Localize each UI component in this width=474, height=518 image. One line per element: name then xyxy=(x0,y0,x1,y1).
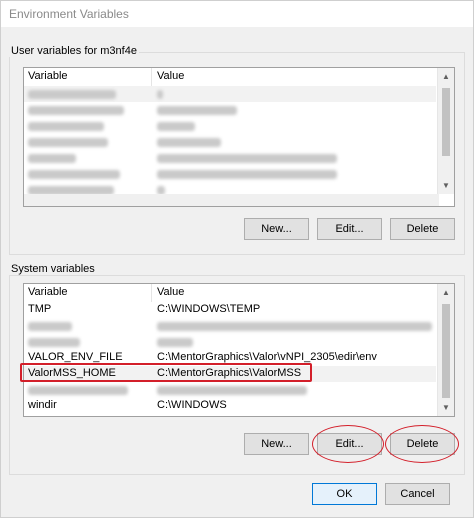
table-row[interactable] xyxy=(24,166,436,182)
table-row[interactable] xyxy=(24,118,436,134)
window-title: Environment Variables xyxy=(9,7,129,21)
highlight-oval-edit xyxy=(312,425,384,463)
variable-value: C:\WINDOWS xyxy=(157,399,227,411)
scroll-thumb[interactable] xyxy=(442,88,450,156)
column-header-variable[interactable]: Variable xyxy=(28,286,68,298)
title-bar: Environment Variables xyxy=(1,1,473,27)
system-list-scrollbar[interactable]: ▲ ▼ xyxy=(437,284,454,416)
table-row[interactable]: windir C:\WINDOWS xyxy=(24,398,436,414)
table-row[interactable] xyxy=(24,102,436,118)
scroll-up-icon[interactable]: ▲ xyxy=(438,68,454,85)
table-row[interactable]: TMP C:\WINDOWS\TEMP xyxy=(24,302,436,318)
environment-variables-window: Environment Variables User variables for… xyxy=(0,0,474,518)
scroll-thumb[interactable] xyxy=(442,304,450,398)
user-list-hscrollbar[interactable] xyxy=(24,194,439,206)
highlight-oval-delete xyxy=(385,425,459,463)
system-new-button[interactable]: New... xyxy=(244,433,309,455)
table-row[interactable] xyxy=(24,86,436,102)
user-variables-header: Variable Value xyxy=(24,68,436,86)
variable-name: windir xyxy=(28,399,57,411)
user-variables-label: User variables for m3nf4e xyxy=(9,45,139,57)
variable-name: TMP xyxy=(28,303,52,315)
system-variables-list[interactable]: Variable Value TMP C:\WINDOWS\TEMP VALOR… xyxy=(23,283,455,417)
scroll-down-icon[interactable]: ▼ xyxy=(438,177,454,194)
user-edit-button[interactable]: Edit... xyxy=(317,218,382,240)
table-row[interactable] xyxy=(24,134,436,150)
ok-button[interactable]: OK xyxy=(312,483,377,505)
column-header-value[interactable]: Value xyxy=(157,70,184,82)
user-delete-button[interactable]: Delete xyxy=(390,218,455,240)
system-variables-header: Variable Value xyxy=(24,284,436,302)
table-row[interactable] xyxy=(24,150,436,166)
table-row[interactable] xyxy=(24,382,436,398)
variable-value: C:\MentorGraphics\Valor\vNPI_2305\edir\e… xyxy=(157,351,377,363)
highlight-box xyxy=(20,363,312,382)
scroll-up-icon[interactable]: ▲ xyxy=(438,284,454,301)
user-variables-list[interactable]: Variable Value ▲ ▼ xyxy=(23,67,455,207)
column-header-variable[interactable]: Variable xyxy=(28,70,68,82)
table-row[interactable] xyxy=(24,334,436,350)
column-header-value[interactable]: Value xyxy=(157,286,184,298)
system-variables-label: System variables xyxy=(9,263,97,275)
user-new-button[interactable]: New... xyxy=(244,218,309,240)
cancel-button[interactable]: Cancel xyxy=(385,483,450,505)
table-row[interactable] xyxy=(24,318,436,334)
variable-value: C:\WINDOWS\TEMP xyxy=(157,303,261,315)
user-list-scrollbar[interactable]: ▲ ▼ xyxy=(437,68,454,194)
scroll-down-icon[interactable]: ▼ xyxy=(438,399,454,416)
variable-name: VALOR_ENV_FILE xyxy=(28,351,123,363)
